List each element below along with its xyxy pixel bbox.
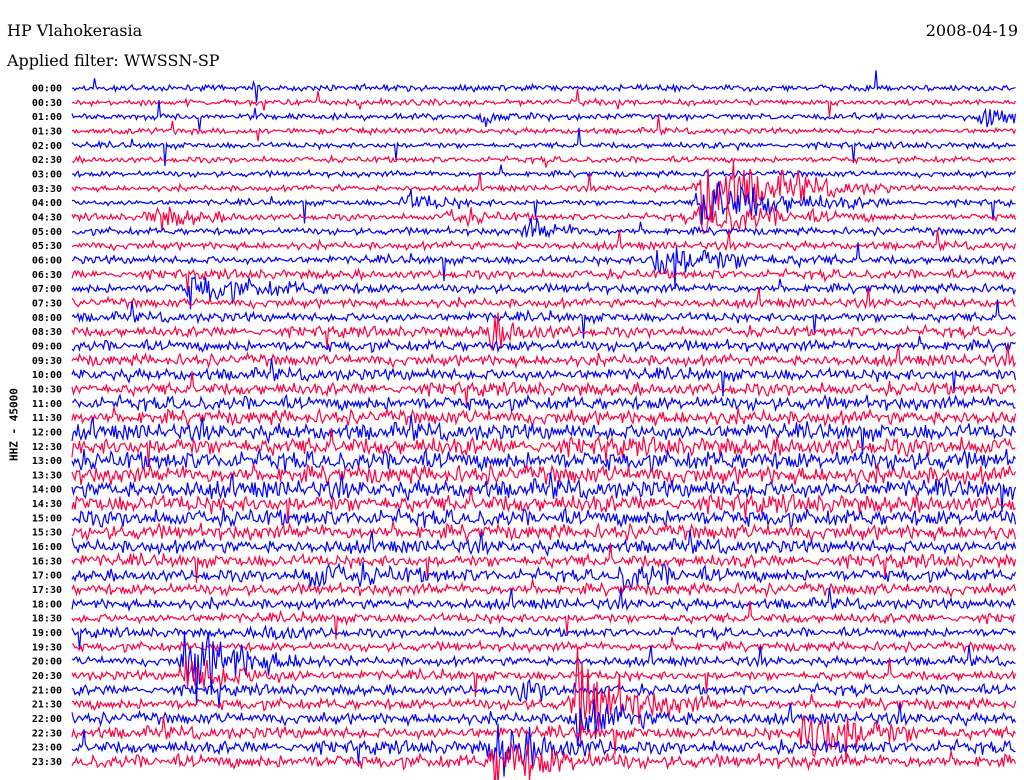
row-time-label: 21:00 — [32, 685, 62, 696]
row-time-label: 22:00 — [32, 714, 62, 725]
row-time-label: 13:00 — [32, 456, 62, 467]
row-time-label: 12:30 — [32, 442, 62, 453]
seismic-trace-row — [71, 114, 1017, 142]
row-time-label: 03:00 — [32, 169, 62, 180]
row-time-label: 17:30 — [32, 585, 62, 596]
seismic-trace-row — [71, 88, 1017, 118]
row-time-label: 22:30 — [32, 728, 62, 739]
row-time-label: 15:00 — [32, 513, 62, 524]
row-time-label: 23:00 — [32, 743, 62, 754]
row-time-label: 14:00 — [32, 485, 62, 496]
seismic-trace-row — [71, 393, 1016, 413]
row-time-label: 11:00 — [32, 399, 62, 410]
row-time-label: 19:30 — [32, 642, 62, 653]
seismic-trace-row — [71, 161, 1016, 223]
row-time-label: 06:00 — [32, 255, 62, 266]
row-time-label: 00:30 — [32, 98, 62, 109]
row-time-label: 09:30 — [32, 356, 62, 367]
row-time-label: 02:00 — [32, 141, 62, 152]
row-time-label: 16:30 — [32, 556, 62, 567]
row-time-label: 10:30 — [32, 384, 62, 395]
seismic-trace-row — [71, 579, 1017, 599]
seismic-trace-row — [71, 521, 1017, 544]
row-time-label: 05:00 — [32, 227, 62, 238]
row-time-label: 12:00 — [32, 427, 62, 438]
row-time-label: 14:30 — [32, 499, 62, 510]
row-time-label: 16:00 — [32, 542, 62, 553]
row-time-label: 20:30 — [32, 671, 62, 682]
row-time-label: 04:30 — [32, 212, 62, 223]
row-time-label: 04:00 — [32, 198, 62, 209]
row-time-label: 00:00 — [32, 84, 62, 95]
row-time-label: 08:00 — [32, 313, 62, 324]
row-time-label: 10:00 — [32, 370, 62, 381]
seismic-trace-row — [71, 164, 1017, 179]
seismic-trace-row — [71, 561, 1017, 593]
seismic-trace-row — [71, 632, 1016, 705]
seismic-trace-row — [71, 427, 1016, 466]
row-time-label: 03:30 — [32, 184, 62, 195]
row-time-label: 02:30 — [32, 155, 62, 166]
row-time-label: 08:30 — [32, 327, 62, 338]
row-time-label: 17:00 — [32, 571, 62, 582]
row-time-label: 01:30 — [32, 126, 62, 137]
row-time-label: 07:00 — [32, 284, 62, 295]
row-time-label: 11:30 — [32, 413, 62, 424]
seismic-trace-row — [71, 70, 1016, 103]
row-time-label: 09:00 — [32, 341, 62, 352]
helicorder-plot: 00:00 00:30 01:00 01:30 02:00 02:30 03:00 03:30… — [32, 70, 1017, 780]
seismic-trace-row — [71, 335, 1016, 354]
row-time-label: 19:00 — [32, 628, 62, 639]
row-time-label: 23:30 — [32, 757, 62, 768]
row-time-label: 15:30 — [32, 528, 62, 539]
row-time-label: 18:00 — [32, 599, 62, 610]
row-time-label: 05:30 — [32, 241, 62, 252]
seismic-trace-row — [71, 153, 1016, 168]
row-time-label: 18:30 — [32, 614, 62, 625]
row-time-label: 21:30 — [32, 700, 62, 711]
row-time-label: 20:00 — [32, 657, 62, 668]
seismic-trace-row — [71, 242, 1016, 288]
row-time-label: 01:00 — [32, 112, 62, 123]
seismic-trace-row — [71, 406, 1017, 429]
row-time-label: 06:30 — [32, 270, 62, 281]
row-time-label: 07:30 — [32, 298, 62, 309]
seismic-trace-row — [71, 99, 1017, 132]
row-time-label: 13:30 — [32, 470, 62, 481]
seismic-trace-row — [71, 463, 1017, 486]
